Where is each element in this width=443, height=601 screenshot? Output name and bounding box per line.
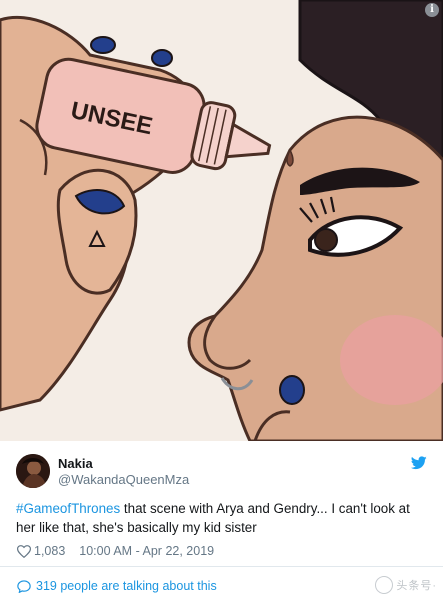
embedded-tweet-card: UNSEE i Nakia @WakandaQueenMza #GameofTh… xyxy=(0,0,443,601)
heart-icon[interactable] xyxy=(17,544,31,558)
watermark-text: 头条号· xyxy=(396,580,437,592)
tweet-header: Nakia @WakandaQueenMza xyxy=(16,452,427,492)
conversation-link[interactable]: 319 people are talking about this xyxy=(17,577,217,595)
tweet-media-image[interactable]: UNSEE i xyxy=(0,0,443,441)
tweet-text: #GameofThrones that scene with Arya and … xyxy=(16,499,430,537)
user-handle[interactable]: @WakandaQueenMza xyxy=(58,472,189,487)
info-icon[interactable]: i xyxy=(425,3,439,17)
watermark-logo-icon xyxy=(375,576,394,594)
divider xyxy=(0,566,443,567)
tweet-meta: 1,083 10:00 AM - Apr 22, 2019 xyxy=(17,542,214,560)
speech-bubble-icon xyxy=(17,579,31,593)
conversation-text[interactable]: 319 people are talking about this xyxy=(36,579,217,593)
twitter-bird-icon[interactable] xyxy=(411,456,427,470)
unsee-meme-illustration: UNSEE xyxy=(0,0,443,441)
tweet-timestamp[interactable]: 10:00 AM - Apr 22, 2019 xyxy=(79,544,214,558)
avatar[interactable] xyxy=(16,454,50,488)
like-count[interactable]: 1,083 xyxy=(34,544,65,558)
watermark: 头条号· xyxy=(375,574,437,596)
display-name[interactable]: Nakia xyxy=(58,456,93,471)
avatar-image xyxy=(16,454,50,488)
hashtag-link[interactable]: #GameofThrones xyxy=(16,501,120,516)
